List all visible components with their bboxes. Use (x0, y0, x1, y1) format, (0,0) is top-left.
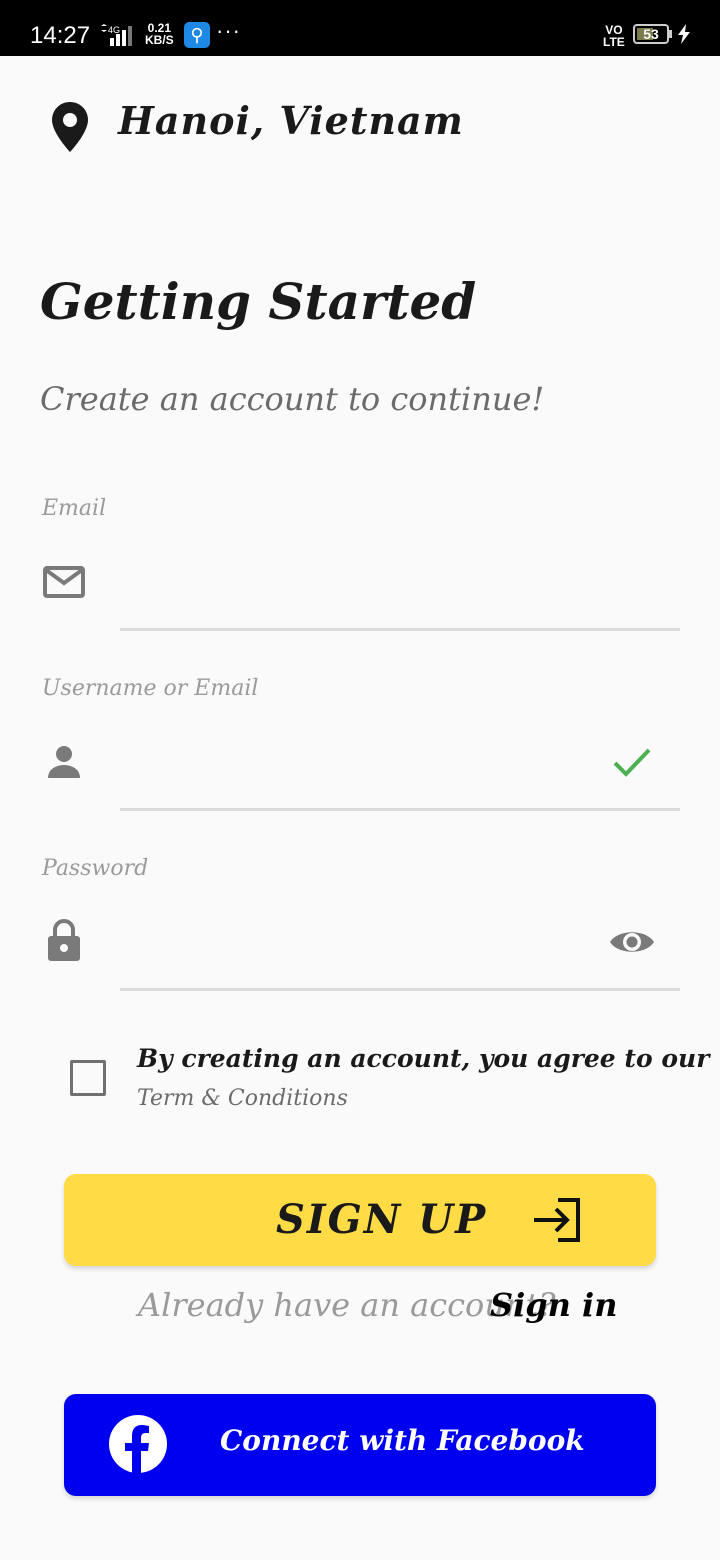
agreement-text: By creating an account, you agree to our (137, 1044, 710, 1073)
login-arrow-icon (534, 1198, 580, 1242)
net-speed: 0.21 KB/S (145, 21, 174, 47)
status-time: 14:27 (30, 22, 91, 49)
lock-icon (48, 918, 80, 961)
password-underline (120, 988, 680, 991)
facebook-icon (109, 1415, 167, 1473)
email-field[interactable] (120, 560, 604, 622)
terms-link[interactable]: Term & Conditions (137, 1086, 348, 1111)
terms-checkbox[interactable] (70, 1060, 106, 1096)
facebook-button[interactable]: Connect with Facebook (64, 1394, 656, 1496)
password-label: Password (42, 856, 149, 881)
usb-icon: ⚲ (184, 22, 210, 48)
page-subtitle: Create an account to continue! (40, 380, 545, 418)
more-icon: ··· (216, 18, 241, 43)
username-label: Username or Email (42, 676, 259, 701)
username-underline (120, 808, 680, 811)
username-field[interactable] (120, 740, 604, 802)
volte-indicator: VO LTE (603, 23, 625, 49)
charging-icon (678, 24, 690, 44)
signup-button[interactable]: SIGN UP (64, 1174, 656, 1266)
network-type: 4G (108, 25, 120, 35)
facebook-label: Connect with Facebook (220, 1424, 585, 1457)
check-icon (613, 748, 651, 777)
email-underline (120, 628, 680, 631)
battery-icon: 53 (633, 24, 669, 44)
signin-link[interactable]: Sign in (490, 1286, 617, 1324)
map-pin-icon (52, 102, 88, 152)
mail-icon (43, 566, 85, 598)
page-title: Getting Started (40, 272, 477, 331)
status-bar: 14:27 4G 0.21 KB/S ⚲ ··· VO LTE 53 (0, 0, 720, 56)
signal-icon: 4G (101, 24, 132, 46)
eye-icon[interactable] (608, 926, 656, 958)
signup-label: SIGN UP (276, 1196, 488, 1243)
location-label: Hanoi, Vietnam (118, 98, 464, 143)
person-icon (48, 746, 80, 778)
email-label: Email (42, 496, 107, 521)
password-field[interactable] (120, 920, 604, 982)
